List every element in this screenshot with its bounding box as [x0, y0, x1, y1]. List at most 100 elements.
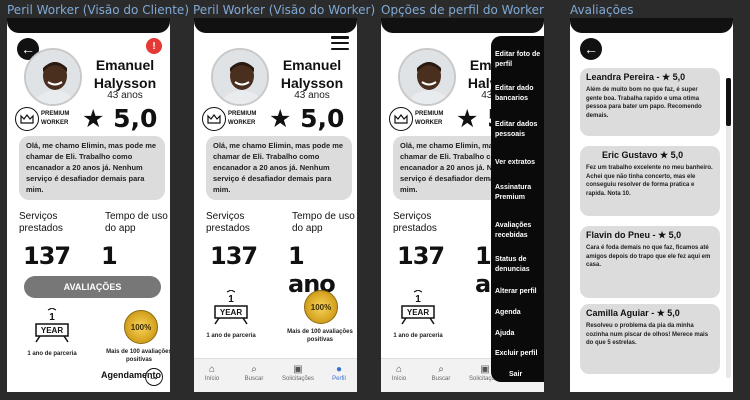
review-rating: ★ 5,0 [658, 230, 682, 240]
premium-text: PREMIUM WORKER [41, 110, 69, 128]
search-icon: ⌕ [438, 364, 444, 375]
hundred-label: 100% [130, 322, 152, 332]
reviewer-name: Flavin do Pneu [586, 230, 651, 240]
worker-name-first: Emanuel [95, 57, 155, 73]
one-year-badge-icon: 1 YEAR [398, 289, 438, 330]
worker-age: 43 anos [107, 90, 143, 101]
back-arrow-icon: ← [21, 41, 35, 57]
phone-profile-options: Emanuel Halysson 43 anos PREMIUM WORKER … [381, 18, 544, 392]
worker-name: Emanuel Halysson [85, 56, 165, 92]
person-icon: ● [335, 364, 343, 375]
hamburger-menu-icon[interactable] [331, 36, 349, 50]
worker-age: 43 anos [294, 90, 330, 101]
frame-label-worker: Peril Worker (Visão do Worker) [193, 3, 376, 17]
phone-reviews: ← Leandra Pereira - ★ 5,0 Além de muito … [570, 18, 733, 392]
worker-name-first: Emanuel [282, 57, 342, 73]
year-caption: 1 ano de parceria [206, 333, 256, 339]
year-number: 1 [415, 294, 421, 305]
premium-badge: PREMIUM WORKER [389, 107, 455, 135]
review-card: Camilla Aguiar - ★ 5,0 Resolveu o proble… [580, 304, 720, 374]
services-label: Serviços prestados [206, 211, 250, 234]
worker-name: Emanuel Halysson [272, 56, 352, 92]
crown-icon [202, 107, 226, 131]
nav-item-buscar[interactable]: ⌕ Buscar [423, 364, 459, 382]
arrow-right-icon: → [148, 371, 160, 383]
services-value: 137 [210, 242, 258, 270]
worker-rating: ★ 5,0 [269, 104, 345, 133]
review-card: Flavin do Pneu - ★ 5,0 Cara é foda demai… [580, 226, 720, 298]
services-value: 137 [397, 242, 445, 270]
reviews-button[interactable]: AVALIAÇÕES [24, 276, 161, 298]
menu-item-premium[interactable]: Assinatura Premium [495, 183, 544, 203]
avatar-photo-icon [400, 50, 454, 104]
nav-item-perfil[interactable]: ● Perfil [321, 364, 357, 382]
services-label: Serviços prestados [19, 211, 63, 234]
frame-label-options: Opções de perfil do Worker [381, 3, 544, 17]
review-card: Leandra Pereira - ★ 5,0 Além de muito bo… [580, 68, 720, 136]
premium-line1: PREMIUM [228, 111, 257, 117]
menu-item-reports[interactable]: Status de denuncias [495, 255, 544, 275]
hundred-caption: Mais de 100 avaliações positivas [106, 349, 170, 363]
crown-icon [15, 107, 39, 131]
back-arrow-icon: ← [584, 41, 598, 57]
one-year-badge-icon: 1 YEAR [32, 307, 72, 348]
menu-item-edit-photo[interactable]: Editar foto de perfil [495, 50, 544, 70]
avatar-photo-icon [213, 50, 267, 104]
year-caption: 1 ano de parceria [393, 333, 443, 339]
nav-label-inicio: Início [391, 376, 407, 382]
premium-text: PREMIUM WORKER [415, 110, 443, 128]
menu-item-help[interactable]: Ajuda [495, 329, 544, 339]
premium-line2: WORKER [228, 120, 256, 126]
avatar [24, 48, 82, 106]
menu-item-edit-personal[interactable]: Editar dados pessoais [495, 120, 544, 140]
nav-item-solicitacoes[interactable]: ▣ Solicitações [280, 364, 316, 382]
hundred-caption: Mais de 100 avaliações positivas [287, 329, 353, 343]
review-text: Além de muito bom no que faz, é super ge… [586, 87, 702, 119]
services-value: 137 [23, 242, 71, 270]
menu-item-change-profile[interactable]: Alterar perfil [495, 287, 544, 297]
back-button[interactable]: ← [580, 38, 602, 60]
review-header: Eric Gustavo ★ 5,0 [586, 150, 714, 161]
year-word: YEAR [41, 326, 63, 335]
crown-icon [389, 107, 413, 131]
nav-item-inicio[interactable]: ⌂ Início [381, 364, 417, 382]
avatar [211, 48, 269, 106]
phone-notch [7, 18, 170, 33]
premium-badge: PREMIUM WORKER [202, 107, 268, 135]
nav-label-buscar: Buscar [431, 376, 451, 382]
menu-item-delete[interactable]: Excluir perfil [495, 349, 544, 359]
premium-line2: WORKER [41, 120, 69, 126]
review-text: Fez um trabalho excelente no meu banheir… [586, 165, 713, 197]
reviewer-name: Camilla Aguiar [586, 308, 649, 318]
worker-bio: Olá, me chamo Elimin, mas pode me chamar… [206, 136, 352, 200]
year-number: 1 [49, 312, 55, 323]
review-text: Resolveu o problema da pia da minha cozi… [586, 323, 709, 346]
frame-label-client: Peril Worker (Visão do Cliente) [7, 3, 189, 17]
avatar-photo-icon [26, 50, 80, 104]
year-number: 1 [228, 294, 234, 305]
time-label: Tempo de uso do app [292, 211, 355, 234]
worker-bio: Olá, me chamo Elimin, mas pode me chamar… [19, 136, 165, 200]
year-caption: 1 ano de parceria [27, 351, 77, 357]
phone-notch [194, 18, 357, 33]
scrollbar-thumb[interactable] [726, 78, 731, 126]
nav-label-solicitacoes: Solicitações [281, 376, 314, 382]
menu-item-edit-bank[interactable]: Editar dado bancarios [495, 84, 544, 104]
hundred-percent-badge-icon: 100% [304, 290, 338, 324]
nav-item-inicio[interactable]: ⌂ Início [194, 364, 230, 382]
menu-item-reviews[interactable]: Avaliações recebidas [495, 221, 544, 241]
schedule-arrow-button[interactable]: → [145, 368, 163, 386]
review-rating: ★ 5,0 [662, 72, 686, 82]
nav-item-buscar[interactable]: ⌕ Buscar [236, 364, 272, 382]
scrollbar[interactable] [726, 78, 731, 378]
profile-options-menu: Editar foto de perfil Editar dado bancar… [491, 36, 544, 382]
menu-item-logout[interactable]: Sair [509, 370, 544, 380]
phone-client-view: ← ! Emanuel Halysson 43 anos PREMIUM WOR… [7, 18, 170, 392]
report-button[interactable]: ! [146, 38, 162, 54]
time-label: Tempo de uso do app [105, 211, 168, 234]
menu-item-statements[interactable]: Ver extratos [495, 158, 544, 168]
briefcase-icon: ▣ [293, 364, 303, 375]
menu-item-agenda[interactable]: Agenda [495, 308, 544, 318]
premium-line1: PREMIUM [41, 111, 70, 117]
phone-worker-view: Emanuel Halysson 43 anos PREMIUM WORKER … [194, 18, 357, 392]
